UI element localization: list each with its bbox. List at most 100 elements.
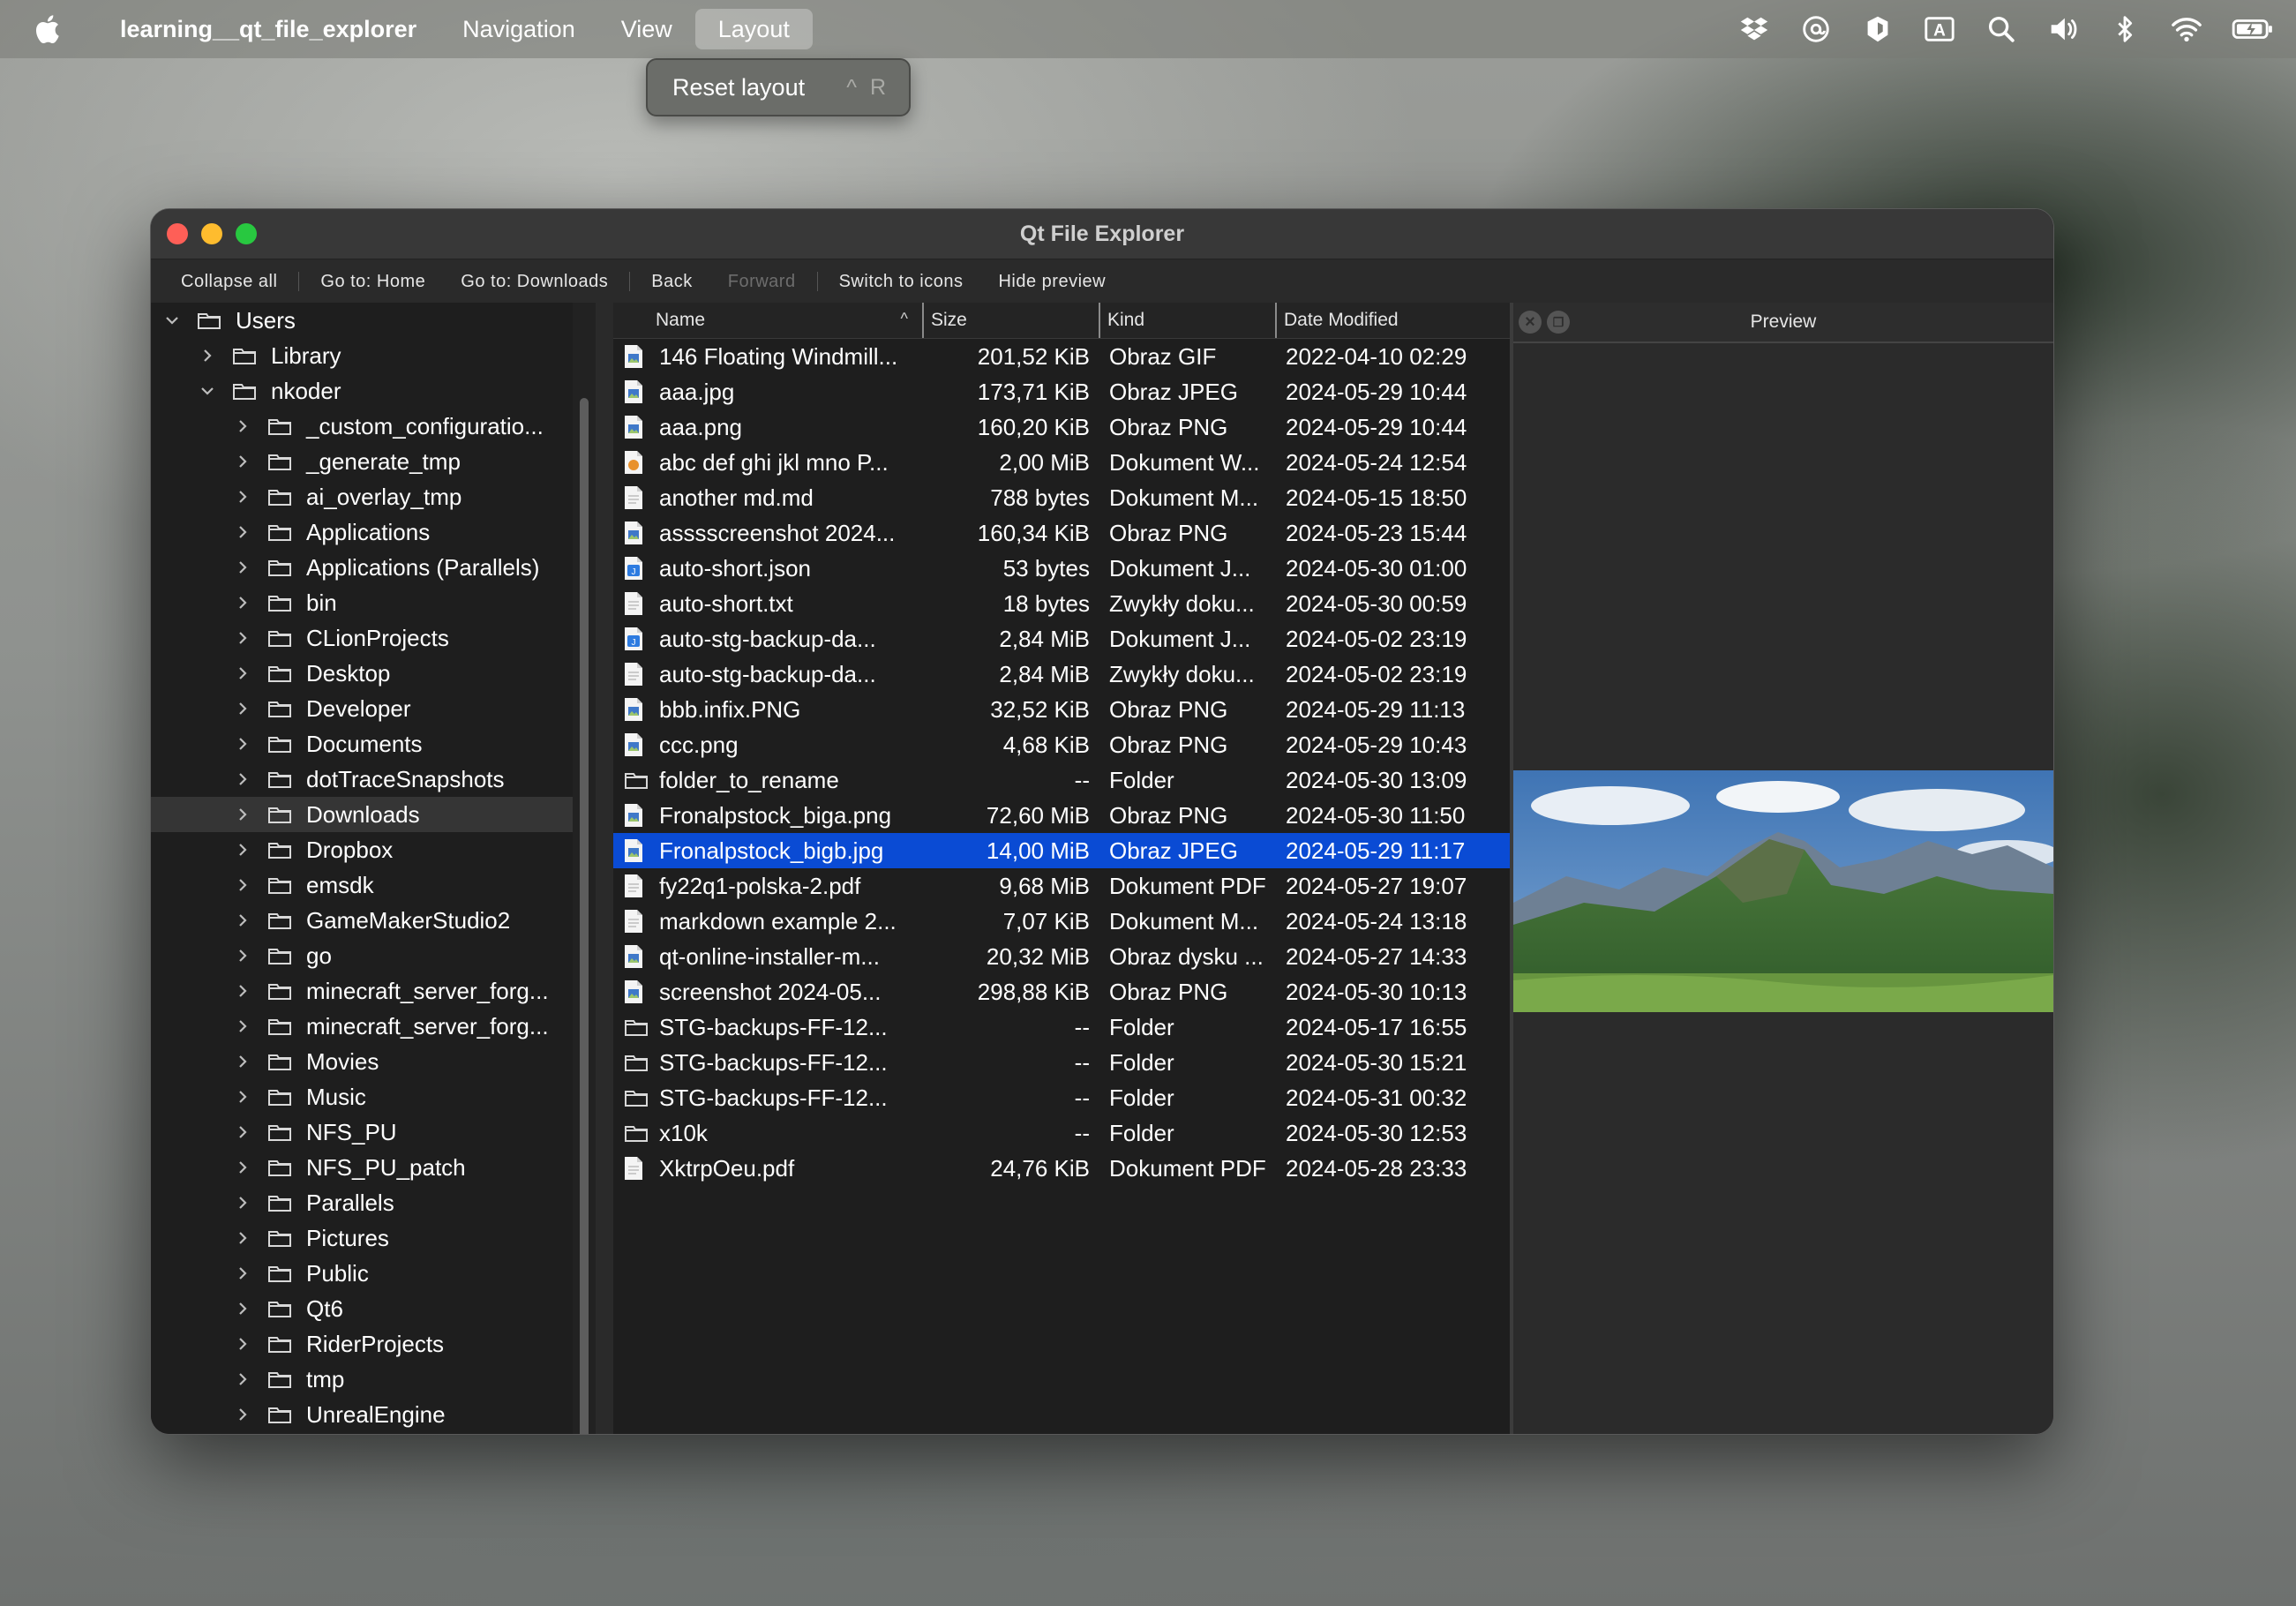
chevron-right-icon[interactable] xyxy=(234,876,251,894)
dropbox-icon[interactable] xyxy=(1737,11,1772,47)
chevron-right-icon[interactable] xyxy=(234,1088,251,1106)
input-source-icon[interactable]: A xyxy=(1922,11,1957,47)
tree-list-splitter[interactable] xyxy=(596,303,613,1434)
float-icon[interactable]: ❐ xyxy=(1547,311,1570,334)
file-row[interactable]: markdown example 2... 7,07 KiB Dokument M.… xyxy=(613,904,1510,939)
tree-item[interactable]: tmp xyxy=(151,1362,573,1397)
tree-scrollbar[interactable] xyxy=(573,303,596,1434)
file-row[interactable]: asssscreenshot 2024... 160,34 KiB Obraz PN… xyxy=(613,515,1510,551)
battery-icon[interactable] xyxy=(2231,11,2275,47)
tree-item[interactable]: _custom_configuratio... xyxy=(151,409,573,444)
file-row[interactable]: another md.md 788 bytes Dokument M... 2024-… xyxy=(613,480,1510,515)
bluetooth-icon[interactable] xyxy=(2107,11,2142,47)
tree-item[interactable]: emsdk xyxy=(151,867,573,903)
tree-item[interactable]: NFS_PU xyxy=(151,1114,573,1150)
chevron-right-icon[interactable] xyxy=(234,1370,251,1388)
tree-item[interactable]: UnrealEngine xyxy=(151,1397,573,1432)
file-row[interactable]: qt-online-installer-m... 20,32 MiB Obraz d… xyxy=(613,939,1510,974)
file-row[interactable]: Jauto-stg-backup-da... 2,84 MiB Dokument J… xyxy=(613,621,1510,657)
chevron-right-icon[interactable] xyxy=(234,1406,251,1423)
menu-navigation[interactable]: Navigation xyxy=(439,9,598,49)
file-row[interactable]: XktrpOeu.pdf 24,76 KiB Dokument PDF 2024-05… xyxy=(613,1151,1510,1186)
chevron-right-icon[interactable] xyxy=(234,559,251,576)
tree-scrollbar-thumb[interactable] xyxy=(580,398,589,1434)
go-home-button[interactable]: Go to: Home xyxy=(303,272,443,292)
apple-icon[interactable] xyxy=(34,14,60,44)
tree-item[interactable]: Dropbox xyxy=(151,832,573,867)
tree-item[interactable]: Desktop xyxy=(151,656,573,691)
file-row[interactable]: Fronalpstock_bigb.jpg 14,00 MiB Obraz JPEG… xyxy=(613,833,1510,868)
tree-item[interactable]: Parallels xyxy=(151,1185,573,1220)
file-row[interactable]: bbb.infix.PNG 32,52 KiB Obraz PNG 2024-05-2… xyxy=(613,692,1510,727)
chevron-right-icon[interactable] xyxy=(234,1335,251,1353)
switch-to-icons-button[interactable]: Switch to icons xyxy=(822,272,981,292)
chevron-right-icon[interactable] xyxy=(234,770,251,788)
chevron-right-icon[interactable] xyxy=(234,488,251,506)
tree-item[interactable]: minecraft_server_forg... xyxy=(151,1009,573,1044)
chevron-right-icon[interactable] xyxy=(234,1265,251,1282)
chevron-right-icon[interactable] xyxy=(234,1053,251,1070)
tree-item[interactable]: bin xyxy=(151,585,573,620)
file-row[interactable]: STG-backups-FF-12... -- Folder 2024-05-17 1… xyxy=(613,1009,1510,1045)
file-row[interactable]: auto-stg-backup-da... 2,84 MiB Zwykły doku… xyxy=(613,657,1510,692)
chevron-right-icon[interactable] xyxy=(234,629,251,647)
title-bar[interactable]: Qt File Explorer xyxy=(151,209,2053,259)
tree-item[interactable]: Music xyxy=(151,1079,573,1114)
file-list[interactable]: Name ^ Size Kind Date Modified 146 Float… xyxy=(613,303,1510,1434)
file-row[interactable]: STG-backups-FF-12... -- Folder 2024-05-31 0… xyxy=(613,1080,1510,1115)
chevron-right-icon[interactable] xyxy=(234,1159,251,1176)
tree-item[interactable]: RiderProjects xyxy=(151,1326,573,1362)
chevron-right-icon[interactable] xyxy=(234,982,251,1000)
column-header-date[interactable]: Date Modified xyxy=(1275,303,1510,338)
chevron-right-icon[interactable] xyxy=(234,453,251,470)
tree-item[interactable]: Applications (Parallels) xyxy=(151,550,573,585)
chevron-right-icon[interactable] xyxy=(234,417,251,435)
menu-layout[interactable]: Layout xyxy=(694,9,813,49)
tree-item[interactable]: minecraft_server_forg... xyxy=(151,973,573,1009)
tree-item[interactable]: dotTraceSnapshots xyxy=(151,762,573,797)
chevron-right-icon[interactable] xyxy=(234,841,251,859)
at-sign-icon[interactable] xyxy=(1798,11,1834,47)
chevron-right-icon[interactable] xyxy=(234,1017,251,1035)
chevron-right-icon[interactable] xyxy=(234,806,251,823)
file-row[interactable]: aaa.jpg 173,71 KiB Obraz JPEG 2024-05-29 10… xyxy=(613,374,1510,409)
tree-item[interactable]: go xyxy=(151,938,573,973)
tree-item[interactable]: Developer xyxy=(151,691,573,726)
chevron-right-icon[interactable] xyxy=(234,594,251,612)
file-row[interactable]: screenshot 2024-05... 298,88 KiB Obraz PNG… xyxy=(613,974,1510,1009)
close-window-button[interactable] xyxy=(167,223,188,244)
tree-item[interactable]: ai_overlay_tmp xyxy=(151,479,573,514)
chevron-down-icon[interactable] xyxy=(199,382,216,400)
tree-item[interactable]: Applications xyxy=(151,514,573,550)
chevron-right-icon[interactable] xyxy=(234,947,251,964)
menu-view[interactable]: View xyxy=(598,9,695,49)
forward-button[interactable]: Forward xyxy=(710,272,814,292)
tree-item-nkoder[interactable]: nkoder xyxy=(151,373,573,409)
tree-item[interactable]: Downloads xyxy=(151,797,573,832)
chevron-right-icon[interactable] xyxy=(234,735,251,753)
file-row[interactable]: abc def ghi jkl mno P... 2,00 MiB Dokument… xyxy=(613,445,1510,480)
wifi-icon[interactable] xyxy=(2169,11,2204,47)
close-icon[interactable]: × xyxy=(1519,311,1542,334)
file-row[interactable]: STG-backups-FF-12... -- Folder 2024-05-30 1… xyxy=(613,1045,1510,1080)
back-button[interactable]: Back xyxy=(634,272,709,292)
file-row[interactable]: x10k -- Folder 2024-05-30 12:53 xyxy=(613,1115,1510,1151)
chevron-right-icon[interactable] xyxy=(234,664,251,682)
chevron-right-icon[interactable] xyxy=(234,1300,251,1317)
tree-item[interactable]: Documents xyxy=(151,726,573,762)
tree-item[interactable]: Qt6 xyxy=(151,1291,573,1326)
tree-item[interactable]: CLionProjects xyxy=(151,620,573,656)
tree-item[interactable]: Public xyxy=(151,1256,573,1291)
chevron-right-icon[interactable] xyxy=(234,912,251,929)
tree-item[interactable]: _generate_tmp xyxy=(151,444,573,479)
reset-layout-menu-item[interactable]: Reset layout xyxy=(672,74,805,101)
volume-icon[interactable] xyxy=(2045,11,2081,47)
menu-app-name[interactable]: learning__qt_file_explorer xyxy=(95,9,439,49)
chevron-down-icon[interactable] xyxy=(163,311,181,329)
chevron-right-icon[interactable] xyxy=(199,347,216,364)
file-row[interactable]: Jauto-short.json 53 bytes Dokument J... 202… xyxy=(613,551,1510,586)
chevron-right-icon[interactable] xyxy=(234,1194,251,1212)
column-header-kind[interactable]: Kind xyxy=(1099,303,1275,338)
search-icon[interactable] xyxy=(1984,11,2019,47)
chevron-right-icon[interactable] xyxy=(234,523,251,541)
